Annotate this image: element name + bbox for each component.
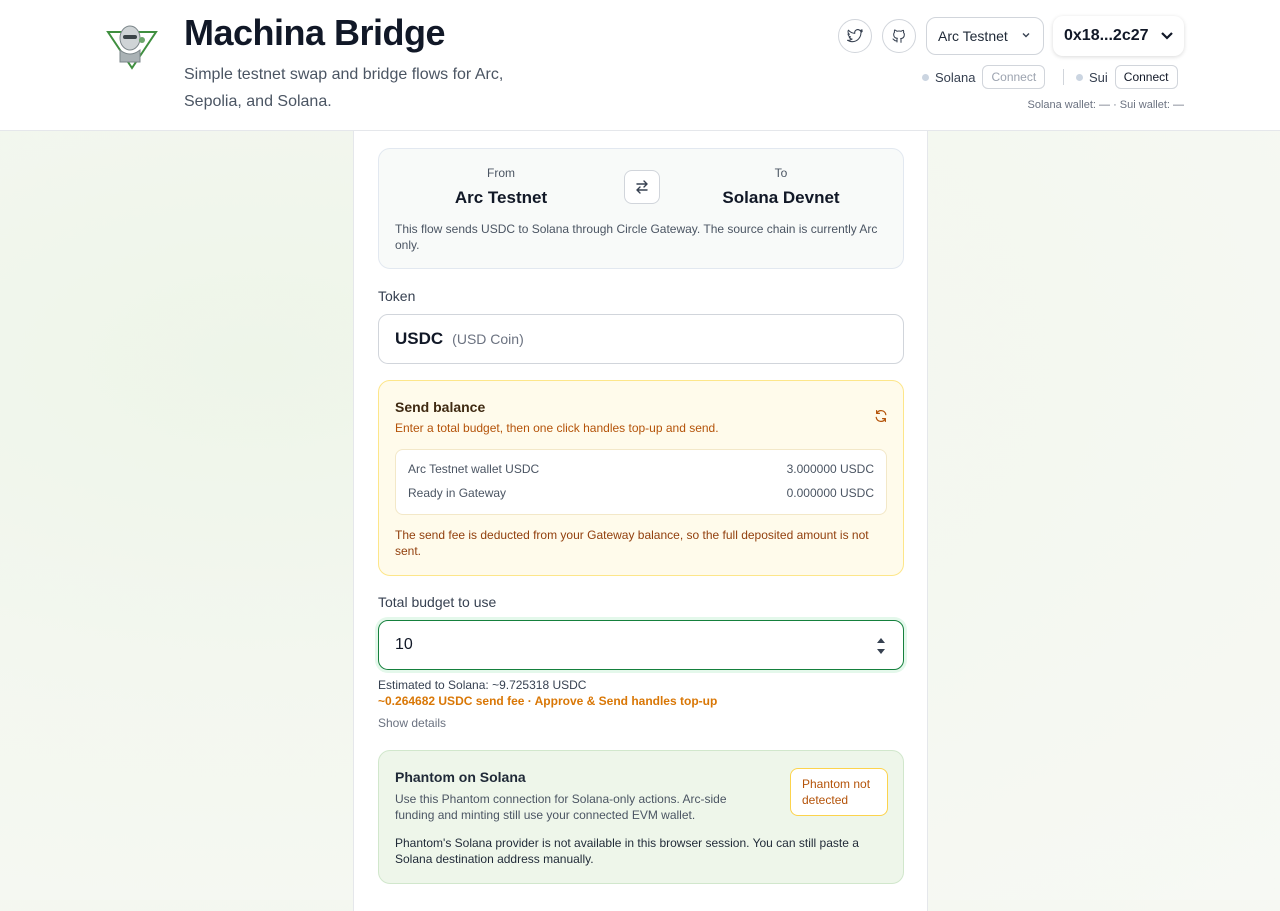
- sui-connect-button[interactable]: Connect: [1114, 65, 1178, 89]
- send-balance-panel: Send balance Enter a total budget, then …: [378, 380, 904, 576]
- to-label: To: [774, 166, 788, 180]
- refresh-icon[interactable]: [874, 409, 888, 423]
- token-name: (USD Coin): [452, 331, 524, 347]
- app-subtitle: Simple testnet swap and bridge flows for…: [184, 66, 504, 110]
- budget-label: Total budget to use: [378, 594, 497, 610]
- robot-logo-icon: [106, 25, 158, 70]
- budget-input[interactable]: 10: [378, 620, 904, 670]
- phantom-description: Use this Phantom connection for Solana-o…: [395, 792, 727, 822]
- solana-status-dot: [922, 73, 929, 81]
- github-button[interactable]: [882, 19, 916, 53]
- swap-direction-button[interactable]: [624, 170, 660, 204]
- phantom-info: Phantom's Solana provider is not availab…: [395, 836, 859, 866]
- from-chain: Arc Testnet: [454, 188, 548, 207]
- sui-status-dot: [1076, 73, 1083, 81]
- balance-row-value: 0.000000 USDC: [786, 486, 874, 500]
- bridge-card: From Arc Testnet To Solana Devnet This f…: [353, 131, 928, 911]
- balance-title: Send balance: [395, 399, 486, 415]
- solana-wallet-row: Solana Connect: [922, 64, 1046, 90]
- phantom-status-badge: Phantom not detected: [790, 768, 888, 816]
- balance-description: Enter a total budget, then one click han…: [395, 421, 719, 435]
- token-label: Token: [378, 288, 416, 304]
- route-note: This flow sends USDC to Solana through C…: [395, 222, 878, 252]
- fee-warning: The send fee is deducted from your Gatew…: [395, 528, 869, 558]
- token-select[interactable]: USDC (USD Coin): [378, 314, 904, 364]
- balance-row-value: 3.000000 USDC: [786, 462, 874, 476]
- balance-row: Ready in Gateway 0.000000 USDC: [408, 486, 874, 500]
- route-panel: From Arc Testnet To Solana Devnet This f…: [378, 148, 904, 269]
- to-chain: Solana Devnet: [722, 188, 840, 207]
- balance-row-label: Ready in Gateway: [408, 486, 507, 500]
- solana-connect-button[interactable]: Connect: [982, 65, 1046, 89]
- show-details-link[interactable]: Show details: [378, 716, 446, 730]
- app-header: Machina Bridge Simple testnet swap and b…: [0, 0, 1280, 131]
- chevron-down-icon: [1022, 33, 1030, 38]
- network-select-value: Arc Testnet: [938, 28, 1008, 44]
- send-fee-text: ~0.264682 USDC send fee · Approve & Send…: [378, 694, 718, 708]
- wallet-status-text: Solana wallet: — · Sui wallet: —: [1027, 99, 1184, 111]
- twitter-button[interactable]: [838, 19, 872, 53]
- github-icon: [892, 29, 905, 43]
- phantom-panel: Phantom on Solana Use this Phantom conne…: [378, 750, 904, 884]
- balance-table: Arc Testnet wallet USDC 3.000000 USDC Re…: [395, 449, 887, 515]
- balance-row-label: Arc Testnet wallet USDC: [408, 462, 540, 476]
- account-button[interactable]: 0x18...2c27: [1053, 16, 1184, 56]
- from-label: From: [487, 166, 515, 180]
- token-symbol: USDC: [395, 329, 444, 348]
- sui-label: Sui: [1089, 69, 1108, 85]
- solana-label: Solana: [935, 69, 976, 85]
- account-address: 0x18...2c27: [1064, 27, 1149, 44]
- number-stepper-icon[interactable]: [875, 635, 887, 657]
- phantom-title: Phantom on Solana: [395, 769, 526, 785]
- estimate-text: Estimated to Solana: ~9.725318 USDC: [378, 678, 587, 692]
- budget-input-value: 10: [395, 636, 413, 653]
- wallet-divider: [1063, 69, 1064, 85]
- swap-arrows-icon: [636, 180, 648, 194]
- app-title: Machina Bridge: [184, 12, 446, 53]
- network-select[interactable]: Arc Testnet: [926, 17, 1044, 55]
- sui-wallet-row: Sui Connect: [1076, 64, 1178, 90]
- twitter-icon: [847, 29, 863, 43]
- balance-row: Arc Testnet wallet USDC 3.000000 USDC: [408, 462, 874, 476]
- chevron-down-icon: [1161, 32, 1173, 40]
